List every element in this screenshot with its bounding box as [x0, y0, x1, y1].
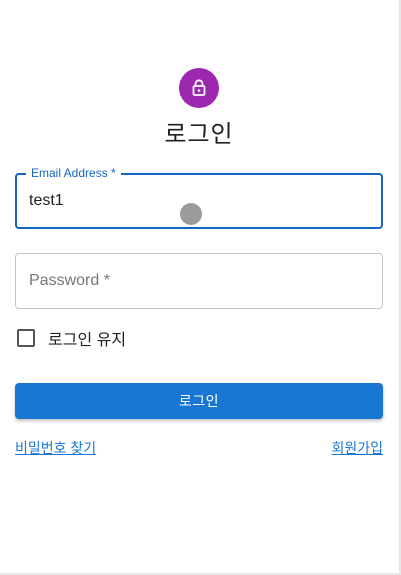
email-label: Email Address * — [26, 166, 121, 180]
password-field[interactable]: Password * — [15, 253, 383, 309]
login-button[interactable]: 로그인 — [15, 383, 383, 419]
remember-checkbox[interactable] — [17, 329, 35, 347]
find-password-link[interactable]: 비밀번호 찾기 — [15, 438, 96, 458]
avatar — [179, 68, 219, 108]
remember-me[interactable]: 로그인 유지 — [15, 327, 126, 349]
page-title: 로그인 — [164, 121, 234, 148]
remember-label: 로그인 유지 — [48, 332, 127, 349]
email-input[interactable]: test1 — [29, 192, 64, 210]
cursor-indicator — [180, 203, 202, 225]
password-input[interactable]: Password * — [29, 272, 110, 290]
signup-link[interactable]: 회원가입 — [331, 438, 383, 458]
lock-icon — [192, 79, 206, 96]
login-page: 로그인 Email Address * test1 Password * 로그인… — [0, 0, 401, 575]
